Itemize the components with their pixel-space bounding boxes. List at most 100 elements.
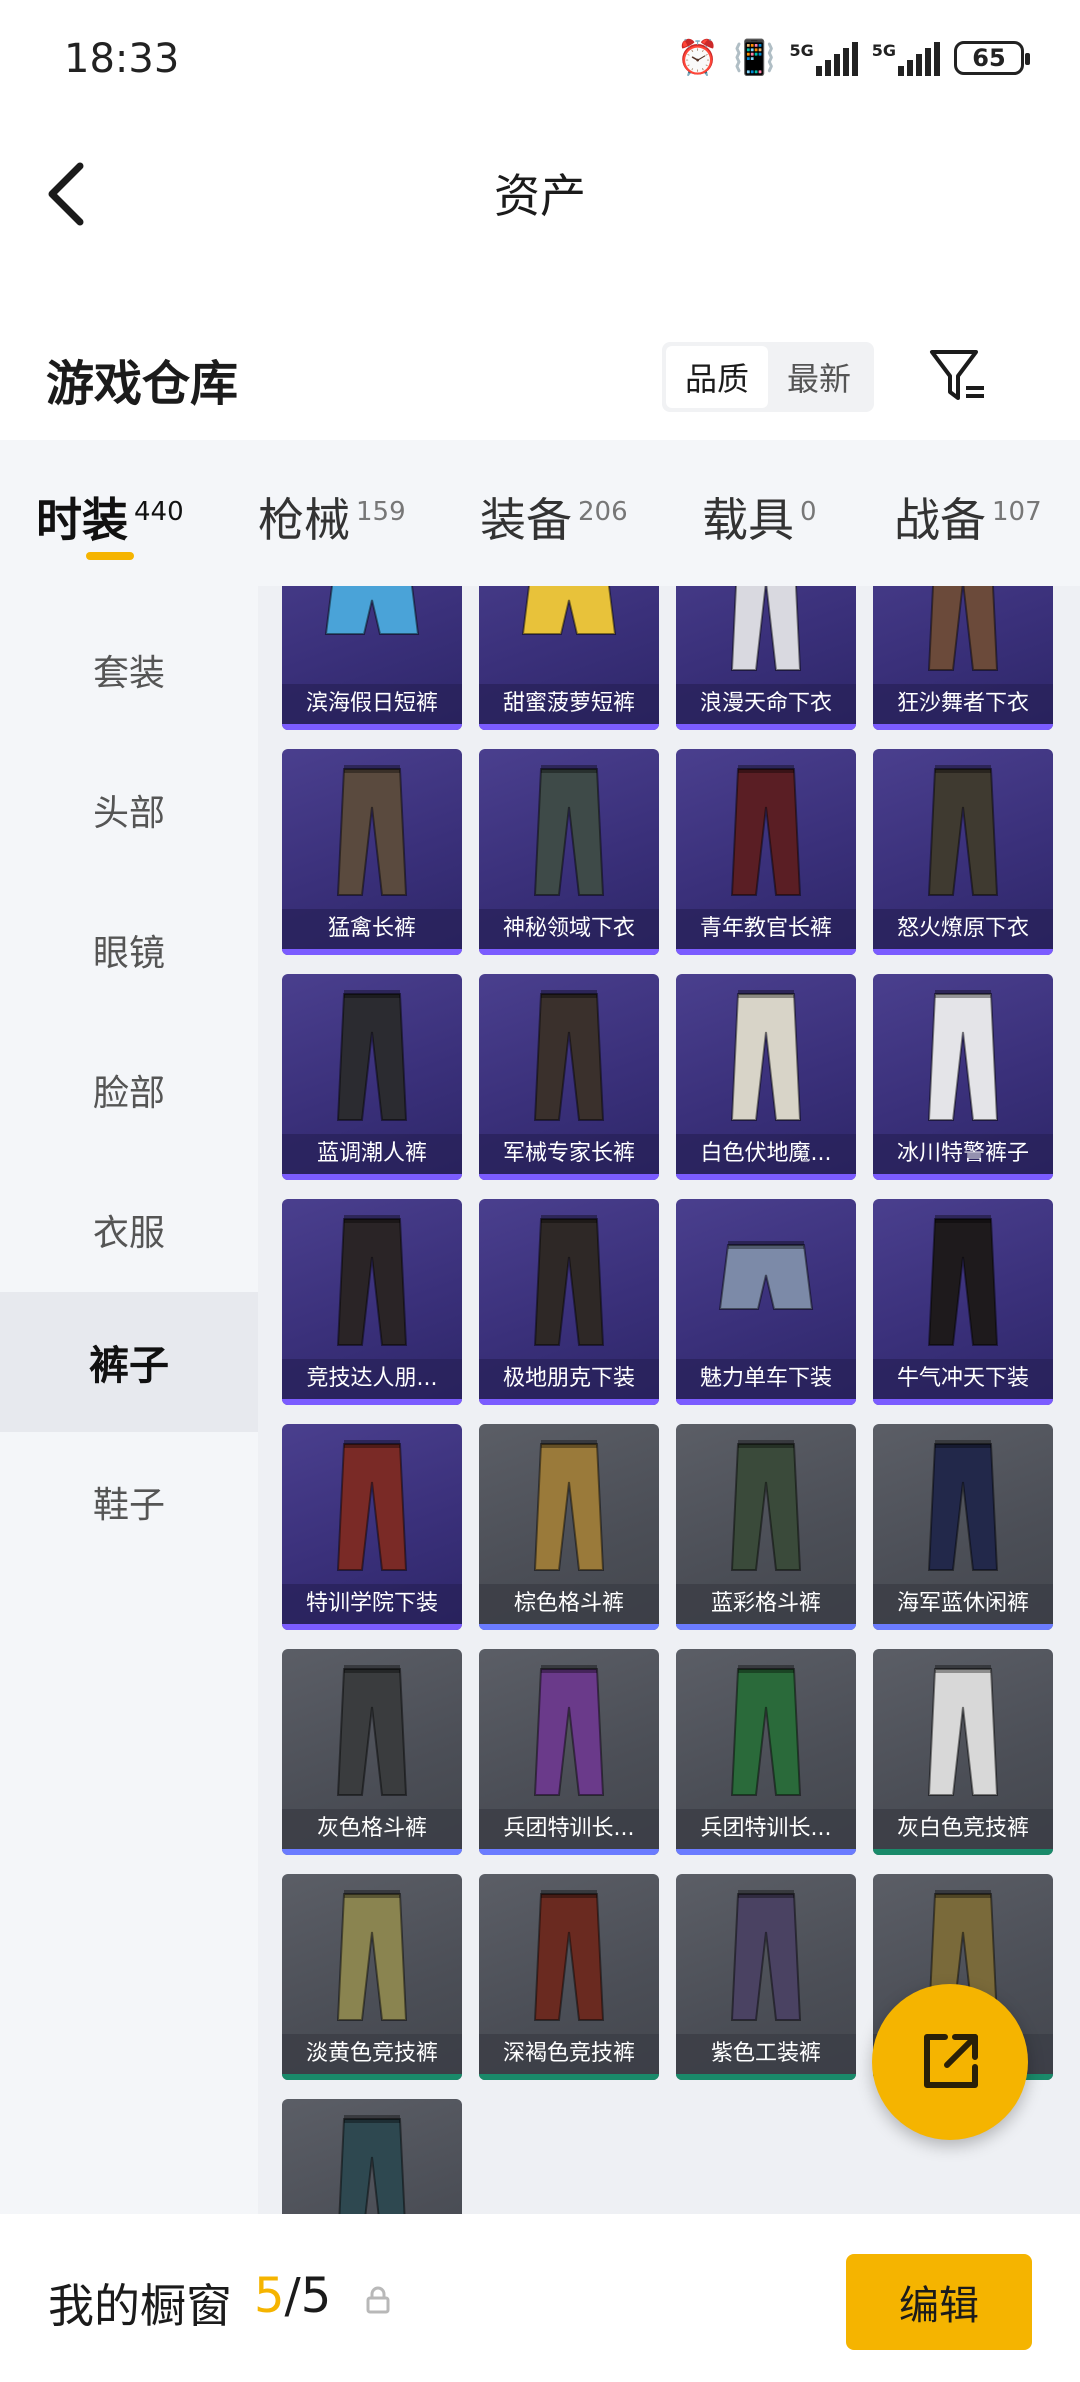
status-time: 18:33 xyxy=(64,36,180,82)
sidebar-item-glasses[interactable]: 眼镜 xyxy=(0,880,258,1020)
item-card[interactable]: 怒火燎原下衣 xyxy=(873,749,1053,955)
header: 资产 xyxy=(0,120,1080,270)
item-card[interactable]: 灰白色竞技裤 xyxy=(873,1649,1053,1855)
item-card[interactable]: 深褐色竞技裤 xyxy=(479,1874,659,2080)
item-card[interactable]: 蓝彩格斗裤 xyxy=(676,1424,856,1630)
rarity-bar xyxy=(479,1174,659,1180)
tab-fashion[interactable]: 时装 440 xyxy=(36,484,184,550)
pants-icon xyxy=(336,990,408,1121)
pants-icon xyxy=(533,1215,605,1346)
vibrate-icon: 📳 xyxy=(733,38,776,78)
item-image xyxy=(676,1205,856,1355)
item-image xyxy=(873,980,1053,1130)
item-image xyxy=(676,980,856,1130)
pants-icon xyxy=(927,1440,999,1571)
item-name: 灰色格斗裤 xyxy=(282,1809,462,1849)
item-card[interactable]: 猛禽长裤 xyxy=(282,749,462,955)
pants-icon xyxy=(927,1665,999,1796)
rarity-bar xyxy=(873,1624,1053,1630)
pants-icon xyxy=(336,765,408,896)
sidebar-item-clothes[interactable]: 衣服 xyxy=(0,1160,258,1300)
item-card[interactable]: 牛气冲天下装 xyxy=(873,1199,1053,1405)
item-card[interactable]: 特训学院下装 xyxy=(282,1424,462,1630)
item-image xyxy=(676,1430,856,1580)
item-card[interactable]: 浪漫天命下衣 xyxy=(676,586,856,730)
sort-quality-button[interactable]: 品质 xyxy=(666,346,768,408)
item-image xyxy=(873,1655,1053,1805)
item-card[interactable]: 极地朋克下装 xyxy=(479,1199,659,1405)
item-card[interactable]: 狂沙舞者下衣 xyxy=(873,586,1053,730)
rarity-bar xyxy=(676,1399,856,1405)
sidebar-item-head[interactable]: 头部 xyxy=(0,740,258,880)
sidebar-item-suit[interactable]: 套装 xyxy=(0,600,258,740)
pants-icon xyxy=(338,2115,406,2214)
rarity-bar xyxy=(873,1849,1053,1855)
edit-button[interactable]: 编辑 xyxy=(846,2254,1032,2350)
share-button[interactable] xyxy=(872,1984,1028,2140)
item-name: 怒火燎原下衣 xyxy=(873,909,1053,949)
pants-icon xyxy=(730,1665,802,1796)
pants-icon xyxy=(336,1440,408,1571)
item-card[interactable]: 青年教官长裤 xyxy=(676,749,856,955)
pants-icon xyxy=(730,990,802,1121)
rarity-bar xyxy=(676,1849,856,1855)
rarity-bar xyxy=(676,1624,856,1630)
rarity-bar xyxy=(282,1399,462,1405)
rarity-bar xyxy=(873,949,1053,955)
pants-icon xyxy=(336,1890,408,2021)
item-card[interactable]: 蓝色工装裤 xyxy=(282,2099,462,2214)
item-card[interactable]: 竞技达人朋... xyxy=(282,1199,462,1405)
item-name: 滨海假日短裤 xyxy=(282,684,462,724)
item-card[interactable]: 军械专家长裤 xyxy=(479,974,659,1180)
sort-newest-button[interactable]: 最新 xyxy=(768,346,870,408)
rarity-bar xyxy=(676,724,856,730)
item-card[interactable]: 冰川特警裤子 xyxy=(873,974,1053,1180)
pants-icon xyxy=(730,1890,802,2021)
pants-icon xyxy=(927,1215,999,1346)
sidebar-item-shoes[interactable]: 鞋子 xyxy=(0,1432,258,1572)
item-card[interactable]: 神秘领域下衣 xyxy=(479,749,659,955)
item-card[interactable]: 滨海假日短裤 xyxy=(282,586,462,730)
item-card[interactable]: 灰色格斗裤 xyxy=(282,1649,462,1855)
tab-supplies[interactable]: 战备 107 xyxy=(894,484,1042,550)
item-image xyxy=(479,586,659,680)
item-name: 牛气冲天下装 xyxy=(873,1359,1053,1399)
tab-equipment[interactable]: 装备 206 xyxy=(480,484,628,550)
sidebar-item-face[interactable]: 脸部 xyxy=(0,1020,258,1160)
item-card[interactable]: 甜蜜菠萝短裤 xyxy=(479,586,659,730)
item-card[interactable]: 紫色工装裤 xyxy=(676,1874,856,2080)
rarity-bar xyxy=(282,1849,462,1855)
active-tab-indicator xyxy=(86,552,134,560)
pants-icon xyxy=(927,586,999,671)
pants-icon xyxy=(730,586,802,671)
filter-button[interactable] xyxy=(926,344,990,408)
item-card[interactable]: 淡黄色竞技裤 xyxy=(282,1874,462,2080)
item-card[interactable]: 兵团特训长... xyxy=(676,1649,856,1855)
tab-vehicles[interactable]: 载具 0 xyxy=(702,484,817,550)
item-image xyxy=(873,1430,1053,1580)
pants-icon xyxy=(533,1890,605,2021)
item-card[interactable]: 白色伏地魔... xyxy=(676,974,856,1180)
lock-icon xyxy=(366,2286,390,2314)
item-image xyxy=(479,980,659,1130)
item-name: 蓝彩格斗裤 xyxy=(676,1584,856,1624)
item-card[interactable]: 魅力单车下装 xyxy=(676,1199,856,1405)
pants-icon xyxy=(521,586,617,635)
sidebar: 套装 头部 眼镜 脸部 衣服 裤子 鞋子 xyxy=(0,586,258,2214)
item-card[interactable]: 棕色格斗裤 xyxy=(479,1424,659,1630)
item-name: 兵团特训长... xyxy=(479,1809,659,1849)
rarity-bar xyxy=(676,1174,856,1180)
tab-guns[interactable]: 枪械 159 xyxy=(258,484,406,550)
item-card[interactable]: 兵团特训长... xyxy=(479,1649,659,1855)
rarity-bar xyxy=(479,1849,659,1855)
rarity-bar xyxy=(282,949,462,955)
item-image xyxy=(282,1205,462,1355)
item-card[interactable]: 蓝调潮人裤 xyxy=(282,974,462,1180)
rarity-bar xyxy=(676,2074,856,2080)
item-name: 猛禽长裤 xyxy=(282,909,462,949)
item-card[interactable]: 海军蓝休闲裤 xyxy=(873,1424,1053,1630)
rarity-bar xyxy=(479,2074,659,2080)
item-image xyxy=(479,1655,659,1805)
sidebar-item-pants[interactable]: 裤子 xyxy=(0,1292,258,1432)
bottom-bar: 我的橱窗 5/5 编辑 xyxy=(0,2214,1080,2382)
